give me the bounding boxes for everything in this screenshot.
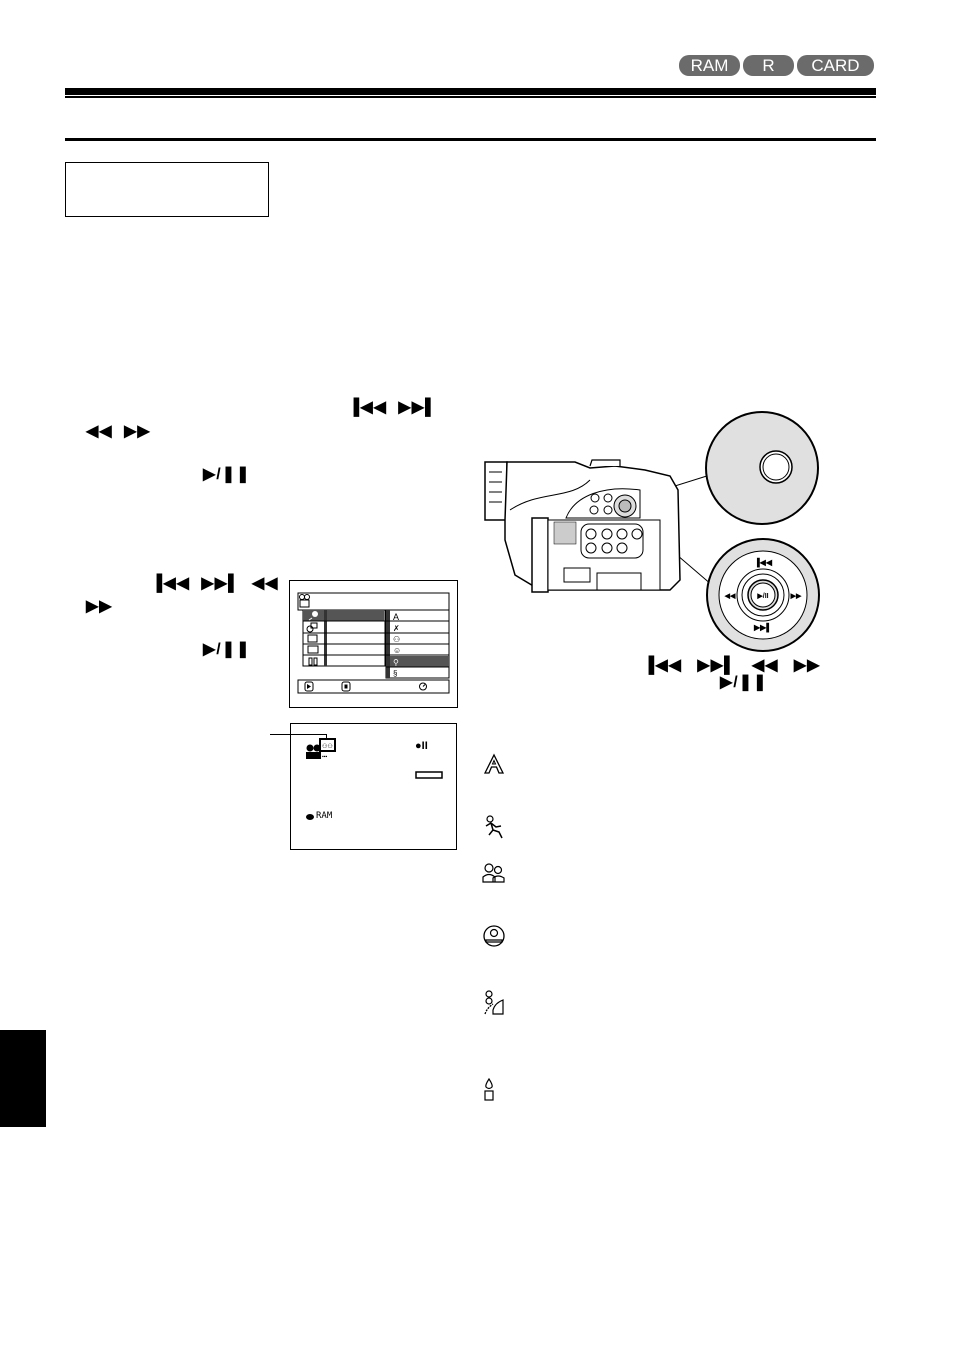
portrait-icon: ⚇ xyxy=(393,635,400,644)
portrait-icon xyxy=(482,863,505,883)
joystick-label-center: ▶/II xyxy=(756,593,768,600)
rewind-symbol: ◀◀ xyxy=(86,423,113,440)
sports-icon xyxy=(485,815,503,839)
low-light-icon: § xyxy=(393,669,397,678)
step2-symbols-line1: ▐◀◀ ▶▶▌ ◀◀ xyxy=(151,573,278,593)
step1-scan-symbols: ◀◀ ▶▶ xyxy=(86,421,151,441)
recording-mode-icon xyxy=(306,744,321,759)
media-label: RAM xyxy=(316,811,333,821)
step2-play-pause-symbol: ▶/❚❚ xyxy=(203,641,251,658)
caption-play-pause-symbol: ▶/❚❚ xyxy=(720,674,768,691)
surf-snow-icon: ⚲ xyxy=(393,658,399,667)
step1-skip-symbols: ▐◀◀ ▶▶▌ xyxy=(348,397,437,417)
rewind-symbol: ◀◀ xyxy=(251,575,279,592)
lcd-menu-screen: A ✗ ⚇ ☺ ⚲ § xyxy=(289,580,458,708)
quality-icon: ▪▪▪ xyxy=(322,754,328,760)
remaining-bar xyxy=(415,771,443,779)
skip-back-symbol: ▐◀◀ xyxy=(643,657,682,674)
skip-forward-symbol: ▶▶▌ xyxy=(398,399,438,416)
rec-status: ●II xyxy=(415,740,428,752)
skip-back-symbol: ▐◀◀ xyxy=(348,399,387,416)
lcd-menu-drawing: A ✗ ⚇ ☺ ⚲ § xyxy=(297,592,450,694)
auto-icon: A xyxy=(393,612,399,622)
badge-ram: RAM xyxy=(679,55,740,76)
play-icon xyxy=(304,681,314,692)
joystick-label-top: ▐◀◀ xyxy=(754,557,773,568)
lcd-status-screen: ⚇⚇ ▪▪▪ ●II RAM xyxy=(290,723,457,850)
callout-line-vertical xyxy=(326,734,327,740)
section-rule xyxy=(65,138,876,141)
sports-icon: ✗ xyxy=(393,624,400,633)
badge-card: CARD xyxy=(797,55,874,76)
chapter-side-tab xyxy=(0,1030,46,1127)
joystick-label-right: ▶▶ xyxy=(790,593,802,600)
skip-forward-symbol: ▶▶▌ xyxy=(201,575,241,592)
fast-forward-symbol: ▶▶ xyxy=(86,598,113,615)
step2-symbols-line2: ▶▶ xyxy=(86,596,113,616)
timer-icon xyxy=(307,634,318,643)
section-title-box xyxy=(65,162,269,217)
joystick-label-left: ◀◀ xyxy=(724,593,736,600)
joystick-label-bottom: ▶▶▌ xyxy=(753,622,772,633)
camera-settings-icon xyxy=(306,622,318,633)
callout-line xyxy=(270,734,327,735)
timer-dial-icon xyxy=(419,682,427,691)
auto-icon xyxy=(483,753,505,774)
fast-forward-symbol: ▶▶ xyxy=(793,657,821,674)
fast-forward-symbol: ▶▶ xyxy=(124,423,151,440)
display-icon xyxy=(307,645,319,654)
camera-icon xyxy=(299,594,310,608)
low-light-icon xyxy=(484,1077,494,1101)
tools-icon xyxy=(308,657,318,666)
badge-r: R xyxy=(743,55,794,76)
header-rule-thick xyxy=(65,88,876,95)
lcd-status-drawing: ⚇⚇ ▪▪▪ xyxy=(306,738,443,820)
portrait-mini-icon: ⚇⚇ xyxy=(322,743,333,750)
spotlight-icon xyxy=(483,925,505,947)
spotlight-icon: ☺ xyxy=(393,646,401,655)
skip-back-symbol: ▐◀◀ xyxy=(151,575,190,592)
media-disc-icon xyxy=(306,814,314,820)
stop-icon xyxy=(341,681,351,692)
header-rule-thin xyxy=(65,96,876,98)
surf-snow-icon xyxy=(484,990,504,1015)
step1-play-pause-symbol: ▶/❚❚ xyxy=(203,466,251,483)
